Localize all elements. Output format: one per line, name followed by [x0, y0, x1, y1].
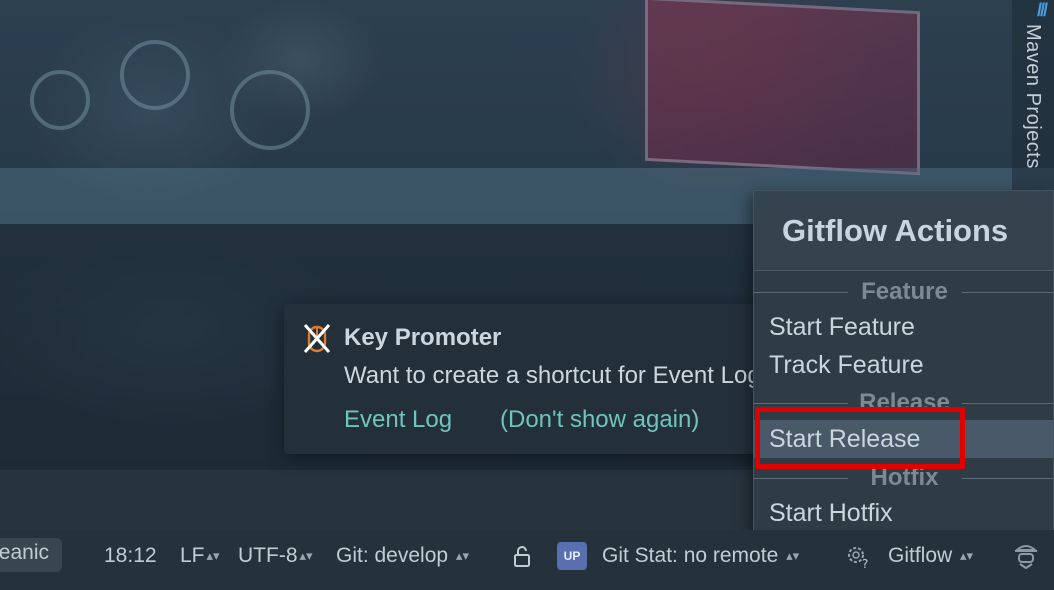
status-bar: eanic 18:12 LF ▴▾ UTF-8 ▴▾ Git: develop ▴▾… [0, 530, 1054, 590]
upsource-icon[interactable]: UP [557, 542, 587, 570]
background-decoration [30, 70, 90, 130]
popup-title: Gitflow Actions [782, 213, 1009, 248]
svg-text:?: ? [862, 557, 868, 570]
section-header-feature: Feature [754, 277, 1053, 307]
track-feature-item[interactable]: Track Feature [754, 346, 1053, 384]
gitflow-widget[interactable]: Gitflow ▴▾ [888, 541, 973, 571]
background-decoration [230, 70, 310, 150]
theme-widget[interactable]: eanic [0, 538, 62, 572]
updown-arrows-icon: ▴▾ [299, 548, 313, 564]
updown-arrows-icon: ▴▾ [786, 548, 800, 564]
theme-label: eanic [0, 541, 49, 564]
updown-arrows-icon: ▴▾ [960, 548, 974, 564]
key-promoter-icon [303, 324, 331, 353]
updown-arrows-icon: ▴▾ [206, 548, 220, 564]
encoding-widget[interactable]: UTF-8 ▴▾ [238, 541, 313, 571]
key-promoter-notification: Key Promoter Want to create a shortcut f… [284, 304, 784, 454]
selection-highlight-box [755, 407, 965, 469]
notification-message: Want to create a shortcut for Event Log [344, 362, 761, 389]
git-stat-widget[interactable]: Git Stat: no remote ▴▾ [602, 541, 799, 571]
gitflow-gear-icon[interactable]: ? [844, 542, 872, 570]
line-separator-widget[interactable]: LF ▴▾ [180, 541, 220, 571]
background-decoration [645, 0, 920, 176]
dont-show-again-link[interactable]: (Don't show again) [500, 406, 699, 434]
unlocked-padlock-icon[interactable] [512, 544, 532, 568]
git-branch-widget[interactable]: Git: develop ▴▾ [336, 541, 469, 571]
maven-projects-tab[interactable]: Maven Projects [1021, 24, 1044, 169]
right-tool-strip: /// Maven Projects [1012, 0, 1054, 190]
event-log-link[interactable]: Event Log [344, 406, 452, 434]
maven-icon[interactable]: /// [1037, 0, 1048, 21]
start-feature-item[interactable]: Start Feature [754, 308, 1053, 346]
caret-position[interactable]: 18:12 [104, 541, 157, 571]
start-hotfix-item[interactable]: Start Hotfix [754, 494, 1053, 532]
notification-title: Key Promoter [344, 324, 502, 351]
updown-arrows-icon: ▴▾ [455, 548, 469, 564]
popup-header: Gitflow Actions [754, 191, 1053, 271]
inspector-hat-icon[interactable] [1012, 540, 1040, 570]
gitflow-actions-popup: Gitflow Actions Feature Start Feature Tr… [753, 190, 1054, 534]
background-decoration [120, 40, 190, 110]
